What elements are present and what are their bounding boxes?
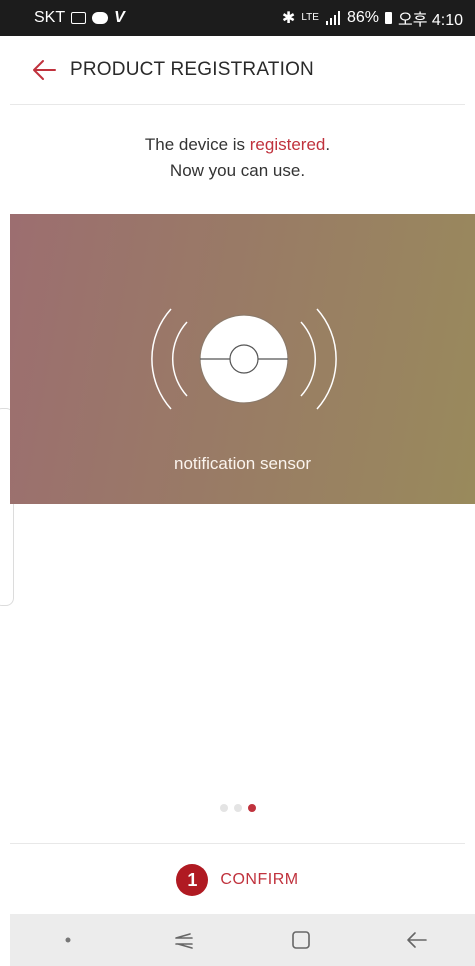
carrier-label: SKT	[34, 9, 66, 26]
chat-bubble-icon	[92, 12, 109, 24]
message-prefix: The device is	[144, 135, 250, 154]
battery-icon	[384, 12, 392, 24]
bluetooth-icon: ✱	[281, 10, 296, 27]
header: PRODUCT REGISTRATION	[0, 36, 475, 104]
confirm-button[interactable]: 1 CONFIRM	[0, 862, 475, 898]
pager-dots	[0, 804, 475, 812]
status-right: ✱ LTE 86% 오후 4:10	[282, 6, 463, 30]
device-card: notification sensor	[10, 214, 475, 504]
header-divider	[10, 104, 465, 105]
message-line-1: The device is registered.	[0, 132, 475, 158]
lte-label: LTE	[301, 12, 319, 23]
status-bar: SKT V ✱ LTE 86% 오후 4:10	[0, 0, 475, 36]
page-title: PRODUCT REGISTRATION	[70, 59, 314, 80]
pager-dot-active[interactable]	[247, 804, 256, 812]
v-app-icon: V	[114, 9, 125, 26]
notification-sensor-icon	[151, 308, 337, 410]
signal-icon	[325, 11, 340, 25]
battery-percent: 86%	[346, 9, 379, 26]
message-suffix: .	[325, 135, 331, 154]
message-line-2: Now you can use.	[169, 161, 306, 180]
gallery-icon	[71, 12, 87, 24]
footer-divider	[10, 843, 465, 844]
status-left: SKT V	[34, 9, 125, 27]
dot-button[interactable]	[48, 920, 88, 960]
recent-apps-icon	[175, 933, 194, 949]
pager-dot[interactable]	[219, 804, 228, 812]
home-icon	[291, 931, 310, 949]
home-button[interactable]	[281, 920, 321, 960]
device-name: notification sensor	[173, 454, 312, 473]
pager-dot[interactable]	[233, 804, 242, 812]
back-arrow-icon[interactable]	[32, 57, 58, 83]
confirm-label: CONFIRM	[220, 871, 299, 888]
nav-bar	[10, 914, 475, 966]
back-icon	[407, 932, 427, 948]
clock: 오후 4:10	[397, 12, 463, 29]
step-badge: 1	[176, 864, 209, 896]
back-button[interactable]	[397, 920, 437, 960]
message-highlight: registered	[249, 135, 326, 154]
recent-apps-button[interactable]	[164, 920, 204, 960]
registration-message: The device is registered. Now you can us…	[0, 132, 475, 184]
